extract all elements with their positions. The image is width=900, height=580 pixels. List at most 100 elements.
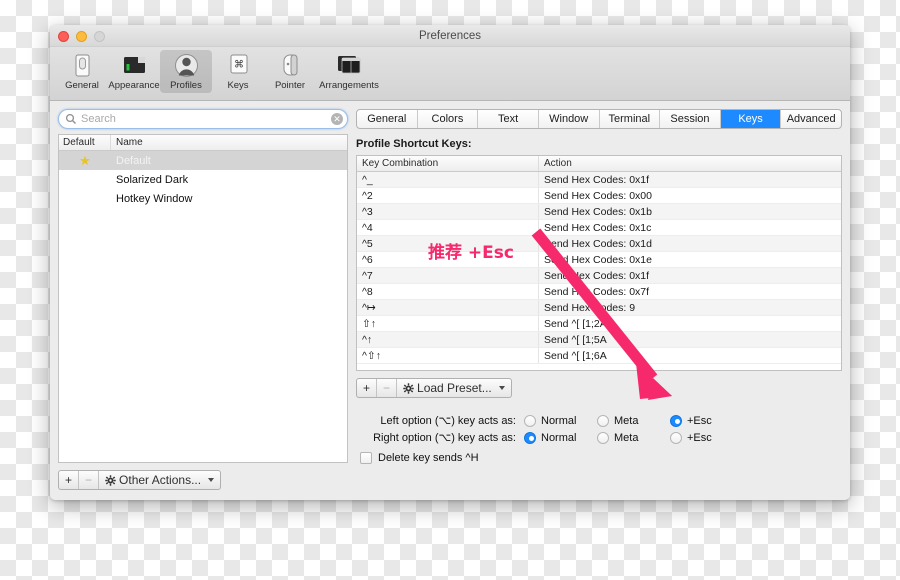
table-row[interactable]: ^↑ Send ^[ [1;5A [357, 332, 841, 348]
other-actions-button[interactable]: Other Actions... [99, 471, 220, 489]
profiles-column-name[interactable]: Name [111, 135, 347, 150]
profiles-sidebar: ✕ Default Name ★ Default Solarized Dark [58, 109, 348, 491]
left-option-normal-radio[interactable]: Normal [524, 414, 590, 427]
toolbar-item-keys-label: Keys [227, 80, 249, 91]
toolbar-item-pointer-label: Pointer [274, 80, 306, 91]
option-key-settings: Left option (⌥) key acts as: Normal Meta… [356, 412, 842, 464]
toolbar-item-profiles-label: Profiles [170, 80, 202, 91]
window-controls [58, 31, 105, 42]
window-appearance-icon [123, 57, 145, 73]
toolbar-item-profiles[interactable]: Profiles [160, 50, 212, 93]
right-option-meta-radio[interactable]: Meta [597, 431, 652, 444]
search-input[interactable] [58, 109, 348, 129]
profiles-footer-toolbar: + − Other Actions... [58, 469, 348, 491]
preferences-window: Preferences General Appearance Profiles … [50, 25, 850, 500]
add-profile-button[interactable]: + [59, 471, 80, 489]
window-titlebar: Preferences [50, 25, 850, 47]
radio-label: Meta [614, 414, 639, 427]
tab-session[interactable]: Session [660, 110, 721, 128]
key-combination-cell: ⇧↑ [357, 316, 539, 331]
gear-icon [105, 474, 116, 486]
table-row[interactable]: ^2 Send Hex Codes: 0x00 [357, 188, 841, 204]
preset-segmented-control: + − Load Preset... [356, 378, 512, 398]
table-row[interactable]: ^4 Send Hex Codes: 0x1c [357, 220, 841, 236]
radio-label: Normal [541, 431, 577, 444]
action-cell: Send ^[ [1;6A [544, 350, 607, 362]
tab-general[interactable]: General [357, 110, 418, 128]
column-key-combination[interactable]: Key Combination [357, 156, 539, 171]
toolbar-item-keys[interactable]: ⌘ Keys [212, 50, 264, 93]
toolbar-item-arrangements[interactable]: Arrangements [316, 50, 382, 93]
preferences-toolbar: General Appearance Profiles ⌘ Keys Point… [50, 47, 850, 101]
table-row[interactable]: ^⇧↑ Send ^[ [1;6A [357, 348, 841, 364]
table-row[interactable]: Hotkey Window [59, 189, 347, 208]
search-field-wrapper: ✕ [58, 109, 348, 129]
table-row[interactable]: ^_ Send Hex Codes: 0x1f [357, 172, 841, 188]
profile-name: Hotkey Window [116, 192, 193, 205]
minimize-button[interactable] [76, 31, 87, 42]
action-cell: Send Hex Codes: 0x1b [544, 206, 652, 218]
key-combination-cell: ^⇧↑ [357, 348, 539, 363]
table-row[interactable]: ^8 Send Hex Codes: 0x7f [357, 284, 841, 300]
tab-terminal[interactable]: Terminal [600, 110, 661, 128]
toolbar-item-general-label: General [65, 80, 99, 91]
remove-profile-button[interactable]: − [79, 471, 100, 489]
mouse-icon [283, 54, 297, 76]
right-option-label: Right option (⌥) key acts as: [373, 432, 516, 444]
tab-keys[interactable]: Keys [720, 110, 782, 128]
table-row[interactable]: ^↦ Send Hex Codes: 9 [357, 300, 841, 316]
table-row[interactable]: ^7 Send Hex Codes: 0x1f [357, 268, 841, 284]
radio-dot-selected [670, 414, 682, 427]
action-cell: Send ^[ [1;5A [544, 334, 607, 346]
other-actions-label: Other Actions... [119, 472, 202, 487]
left-option-esc-radio[interactable]: +Esc [670, 414, 726, 427]
section-title: Profile Shortcut Keys: [356, 138, 472, 150]
toggle-switch-icon [75, 54, 89, 77]
action-cell: Send Hex Codes: 0x7f [544, 286, 650, 298]
right-option-esc-radio[interactable]: +Esc [670, 431, 726, 444]
toolbar-item-general[interactable]: General [56, 50, 108, 93]
tab-advanced[interactable]: Advanced [781, 110, 841, 128]
profile-tabbar: General Colors Text Window Terminal Sess… [356, 109, 842, 129]
search-clear-icon[interactable]: ✕ [331, 113, 343, 125]
table-row[interactable]: ^6 Send Hex Codes: 0x1e [357, 252, 841, 268]
profile-name: Default [116, 154, 151, 167]
right-option-normal-radio[interactable]: Normal [524, 431, 590, 444]
close-button[interactable] [58, 31, 69, 42]
command-key-icon: ⌘ [230, 54, 247, 74]
radio-label: Normal [541, 414, 577, 427]
table-row[interactable]: ⇧↑ Send ^[ [1;2A [357, 316, 841, 332]
key-combination-cell: ^5 [357, 236, 539, 251]
delete-key-checkbox[interactable] [360, 452, 372, 464]
load-preset-button[interactable]: Load Preset... [397, 379, 511, 397]
tab-colors[interactable]: Colors [418, 110, 479, 128]
delete-key-checkbox-row[interactable]: Delete key sends ^H [356, 452, 842, 464]
tab-window[interactable]: Window [539, 110, 600, 128]
tab-text[interactable]: Text [478, 110, 539, 128]
chevron-down-icon [208, 478, 215, 482]
action-cell: Send Hex Codes: 0x1e [544, 254, 652, 266]
action-cell: Send Hex Codes: 0x1f [544, 174, 650, 186]
toolbar-item-pointer[interactable]: Pointer [264, 50, 316, 93]
load-preset-label: Load Preset... [417, 380, 492, 395]
table-row[interactable]: ^5 Send Hex Codes: 0x1d [357, 236, 841, 252]
table-row[interactable]: Solarized Dark [59, 170, 347, 189]
key-combination-cell: ^7 [357, 268, 539, 283]
right-option-row: Right option (⌥) key acts as: Normal Met… [356, 429, 842, 446]
delete-key-label: Delete key sends ^H [378, 452, 479, 464]
column-action[interactable]: Action [539, 156, 841, 171]
action-cell: Send Hex Codes: 0x00 [544, 190, 652, 202]
left-option-meta-radio[interactable]: Meta [597, 414, 652, 427]
profiles-column-default[interactable]: Default [59, 135, 111, 150]
key-combination-cell: ^↦ [357, 300, 539, 315]
remove-shortcut-button[interactable]: − [377, 379, 398, 397]
add-shortcut-button[interactable]: + [357, 379, 378, 397]
action-cell: Send Hex Codes: 0x1f [544, 270, 650, 282]
profiles-table-header: Default Name [59, 135, 347, 151]
radio-dot [524, 414, 536, 427]
table-row[interactable]: ^3 Send Hex Codes: 0x1b [357, 204, 841, 220]
left-option-label: Left option (⌥) key acts as: [380, 415, 516, 427]
table-row[interactable]: ★ Default [59, 151, 347, 170]
toolbar-item-appearance[interactable]: Appearance [108, 50, 160, 93]
radio-label: +Esc [687, 431, 712, 444]
